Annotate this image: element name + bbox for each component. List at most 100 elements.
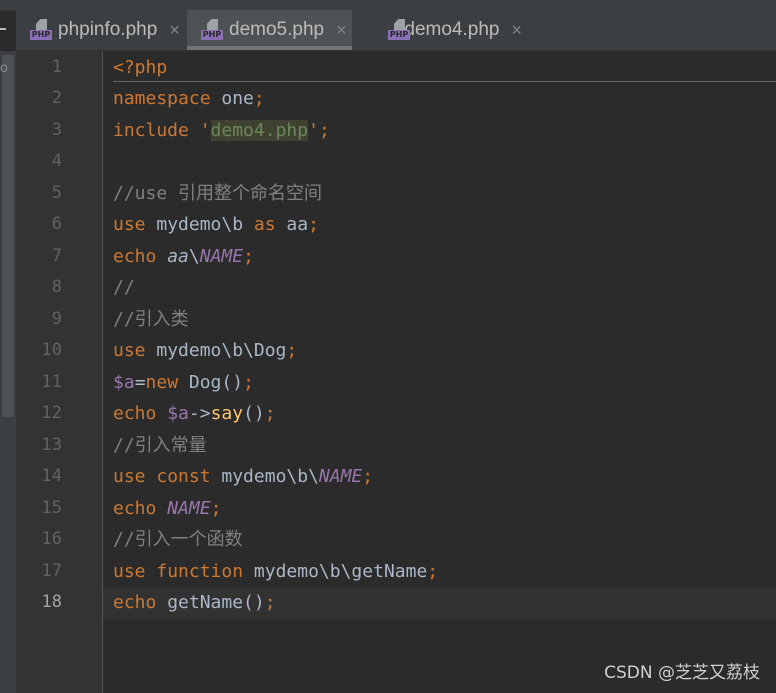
code-text: namespace one; [113, 83, 265, 115]
keyword-token: ; [264, 592, 276, 613]
code-line[interactable]: include 'demo4.php'; [103, 115, 776, 147]
line-number: 2 [51, 88, 62, 108]
identifier-token: mydemo\b\getName [243, 560, 428, 582]
keyword-token: ; [253, 88, 265, 109]
code-editor[interactable]: <?php namespace one; include 'demo4.php'; /… [103, 51, 776, 693]
string-literal-token: demo4.php [210, 119, 309, 141]
keyword-token: ; [243, 245, 254, 267]
line-number: 5 [51, 182, 62, 203]
line-number: 1 [51, 56, 62, 77]
code-line[interactable]: <?php [103, 52, 776, 84]
keyword-token: <?php [113, 56, 168, 78]
keyword-token: as [253, 214, 276, 235]
tab-phpinfo[interactable]: PHP phpinfo.php × [16, 10, 186, 50]
identifier-token: aa [275, 214, 309, 235]
code-line[interactable]: namespace one; [103, 83, 776, 115]
identifier-token: getName() [156, 592, 265, 613]
keyword-token: use [113, 560, 146, 582]
keyword-token: const [156, 466, 211, 487]
code-line[interactable]: use const mydemo\b\NAME; [103, 461, 776, 493]
keyword-token: new [145, 371, 179, 393]
code-line[interactable]: use function mydemo\b\getName; [103, 556, 776, 588]
line-number: 6 [51, 214, 62, 234]
constant-token: NAME [318, 466, 363, 487]
code-text: $a=new Dog(); [113, 367, 254, 399]
keyword-token: use [113, 340, 146, 361]
code-line[interactable]: echo $a->say(); [103, 398, 776, 430]
code-text: use mydemo\b as aa; [113, 209, 319, 241]
code-text: //引入常量 [113, 430, 207, 462]
code-line[interactable]: // [103, 272, 776, 304]
code-line[interactable]: echo aa\NAME; [103, 241, 776, 273]
code-line[interactable]: $a=new Dog(); [103, 367, 776, 399]
line-number: 7 [51, 245, 62, 266]
code-line[interactable] [103, 146, 776, 178]
close-icon[interactable]: × [336, 20, 347, 41]
line-number: 14 [41, 466, 62, 486]
identifier-token: mydemo\b [145, 214, 254, 235]
code-text: //引入类 [113, 304, 189, 336]
code-text: use mydemo\b\Dog; [113, 335, 297, 367]
code-line[interactable]: //use 引用整个命名空间 [103, 178, 776, 210]
keyword-token: ; [427, 560, 439, 582]
keyword-token: ; [243, 371, 254, 393]
line-number: 11 [41, 371, 62, 392]
keyword-token: ; [286, 340, 298, 361]
scrollbar-thumb[interactable] [2, 55, 14, 417]
identifier-token: = [134, 371, 146, 393]
tab-label: demo5.php [229, 19, 325, 40]
comment-token: // [113, 277, 135, 298]
code-text: use function mydemo\b\getName; [113, 556, 438, 588]
keyword-token: ; [210, 497, 222, 519]
code-text: // [113, 272, 135, 304]
line-number: 15 [41, 497, 62, 518]
code-line[interactable]: //引入一个函数 [103, 524, 776, 556]
tab-demo4[interactable]: PHP demo4.php × [352, 10, 522, 50]
editor-tab-bar: PHP phpinfo.php × PHP demo5.php × PHP de… [16, 10, 776, 51]
line-number: 16 [41, 529, 62, 549]
comment-token: //引入常量 [113, 434, 207, 456]
line-number: 8 [51, 277, 62, 297]
function-name-token: say [210, 403, 244, 424]
php-file-icon: PHP [388, 19, 410, 41]
keyword-token: ; [264, 403, 276, 424]
code-line[interactable]: echo getName(); [103, 587, 776, 619]
variable-token: $a [167, 403, 189, 424]
watermark: CSDN @芝芝又荔枝 [604, 663, 760, 683]
identifier-token [156, 498, 167, 519]
code-text: //use 引用整个命名空间 [113, 178, 322, 210]
identifier-token: mydemo\b\Dog [145, 340, 287, 361]
code-line[interactable]: echo NAME; [103, 493, 776, 525]
code-text: include 'demo4.php'; [113, 115, 330, 147]
identifier-token [146, 561, 157, 582]
keyword-token: use [113, 214, 146, 235]
toolbar-mark [0, 28, 6, 30]
line-number: 9 [51, 308, 62, 329]
keyword-token: ' [188, 119, 211, 141]
keyword-token: echo [113, 592, 157, 613]
code-text: <?php [113, 52, 167, 84]
close-icon[interactable]: × [511, 20, 522, 41]
keyword-token: function [156, 560, 244, 582]
code-line[interactable]: //引入常量 [103, 430, 776, 462]
php-file-icon: PHP [201, 19, 223, 41]
close-icon[interactable]: × [169, 20, 180, 41]
code-line[interactable]: use mydemo\b\Dog; [103, 335, 776, 367]
line-number: 12 [41, 403, 62, 423]
code-text: //引入一个函数 [113, 524, 243, 556]
code-line[interactable]: use mydemo\b as aa; [103, 209, 776, 241]
php-file-icon: PHP [30, 19, 52, 41]
line-number: 18 [41, 592, 62, 612]
code-text: use const mydemo\b\NAME; [113, 461, 373, 493]
keyword-token: ; [308, 214, 319, 235]
tab-demo5[interactable]: PHP demo5.php × [187, 10, 352, 50]
variable-token: $a [113, 371, 135, 393]
identifier-token: () [243, 403, 265, 424]
keyword-token: ' [308, 119, 319, 141]
code-line[interactable]: //引入类 [103, 304, 776, 336]
code-text: echo aa\NAME; [113, 241, 254, 273]
comment-token: //use 引用整个命名空间 [113, 182, 323, 204]
namespace-alias-token: aa [167, 245, 189, 267]
identifier-token [156, 246, 167, 267]
panel-text-fragment: o [0, 59, 8, 75]
